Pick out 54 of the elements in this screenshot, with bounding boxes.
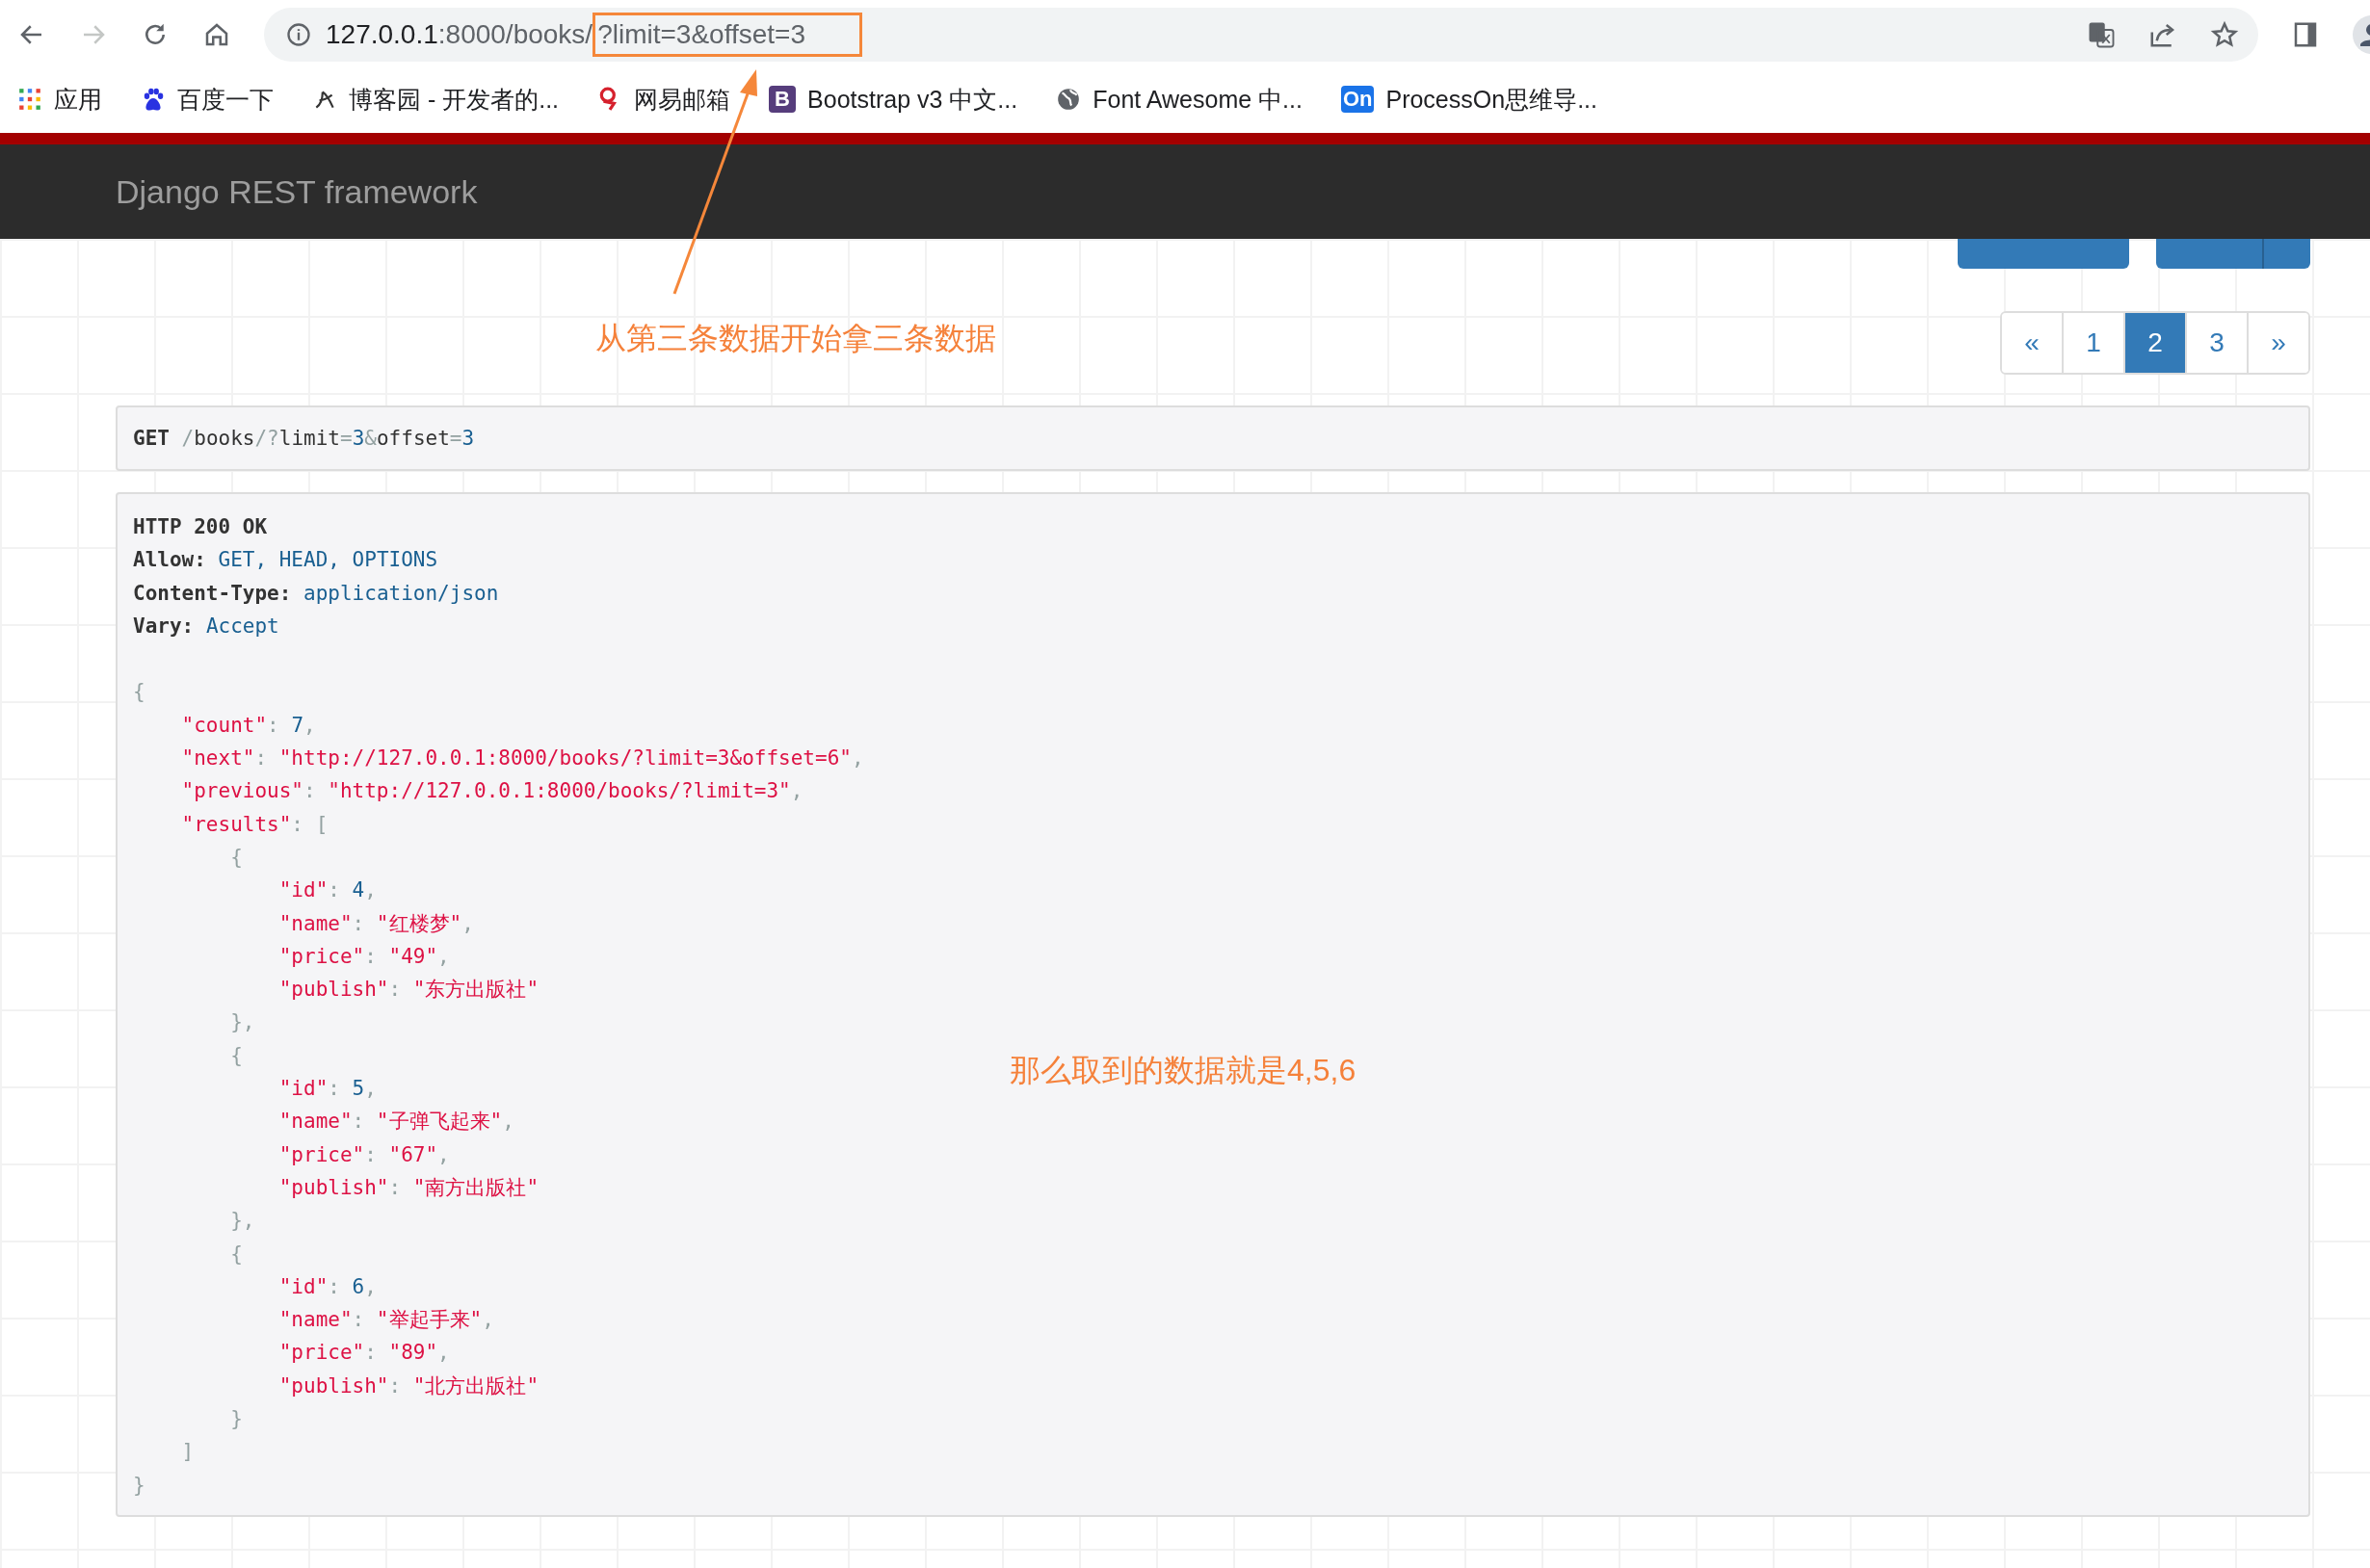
json-line: "publish": "南方出版社" [278, 1175, 540, 1199]
json-line: "publish": "北方出版社" [278, 1373, 540, 1398]
bookmark[interactable]: Font Awesome 中... [1056, 83, 1303, 116]
json-line: "name": "红楼梦", [278, 911, 474, 935]
page-link[interactable]: « [2002, 313, 2062, 373]
json-line: "id": 6, [278, 1274, 377, 1298]
json-line: { [133, 680, 145, 704]
page-link[interactable]: 2 [2123, 313, 2185, 373]
info-icon[interactable] [285, 21, 312, 48]
annotation-text: 从第三条数据开始拿三条数据 [595, 320, 996, 357]
page-link[interactable]: 3 [2185, 313, 2247, 373]
globe-icon [1056, 87, 1082, 112]
json-line: { [230, 1241, 243, 1266]
page-link[interactable]: 1 [2062, 313, 2123, 373]
bookmark[interactable]: 博客园 - 开发者的... [312, 83, 560, 116]
json-line: "publish": "东方出版社" [278, 978, 540, 1002]
request-line: GET /books/?limit=3&offset=3 [133, 425, 475, 452]
bookmark[interactable]: 百度一下 [141, 83, 274, 116]
status-line: HTTP 200 OK [133, 514, 269, 540]
json-line: { [230, 1043, 243, 1067]
translate-icon[interactable] [2087, 20, 2116, 49]
json-line: "previous": "http://127.0.0.1:8000/books/?limit=3", [181, 779, 803, 803]
json-line: "price": "67", [278, 1142, 450, 1166]
annotation-text: 那么取到的数据就是4,5,6 [1010, 1052, 1356, 1089]
json-line: } [133, 1473, 145, 1497]
json-line: "price": "89", [278, 1341, 450, 1365]
page-link[interactable]: » [2247, 313, 2308, 373]
json-line: }, [230, 1209, 255, 1233]
header-line: Content-Type: application/json [133, 580, 500, 607]
json-line: { [230, 845, 243, 869]
json-line: "id": 4, [278, 878, 377, 902]
url-text: 127.0.0.1:8000/books/ ?limit=3&offset=3 [326, 13, 862, 57]
star-icon[interactable] [2210, 20, 2239, 49]
apps-icon [17, 87, 42, 112]
bookmark[interactable]: B Bootstrap v3 中文... [769, 83, 1018, 116]
logo-icon: B [769, 86, 797, 113]
address-bar[interactable]: 127.0.0.1:8000/books/ ?limit=3&offset=3 [264, 8, 2258, 62]
json-line: "name": "子弹飞起来", [278, 1110, 514, 1134]
logo-icon: On [1340, 86, 1375, 113]
json-line: "price": "49", [278, 944, 450, 968]
json-line: ] [181, 1440, 195, 1464]
json-line: "id": 5, [278, 1077, 377, 1101]
json-line: "results": [ [181, 812, 329, 836]
json-line: "next": "http://127.0.0.1:8000/books/?limit=3&offset=6", [181, 746, 864, 771]
json-line: "count": 7, [181, 713, 316, 737]
bookmark[interactable]: 网易邮箱 [597, 83, 731, 116]
header-line: Allow: GET, HEAD, OPTIONS [133, 547, 439, 574]
bookmark[interactable]: 应用 [17, 83, 102, 116]
json-line: } [230, 1407, 243, 1430]
json-line: }, [230, 1010, 255, 1034]
bookmark[interactable]: On ProcessOn思维导... [1340, 83, 1597, 116]
header-line: Vary: Accept [133, 613, 280, 640]
json-line: "name": "举起手来", [278, 1308, 494, 1332]
brand-title[interactable]: Django REST framework [116, 172, 478, 211]
